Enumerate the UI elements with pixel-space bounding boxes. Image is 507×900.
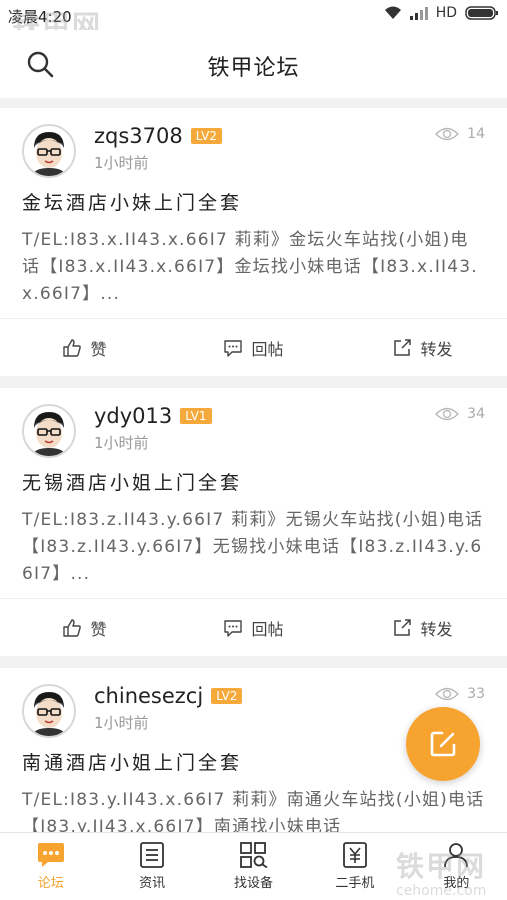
view-count: 14 <box>435 126 485 142</box>
username[interactable]: chinesezcj <box>94 684 203 708</box>
eye-icon <box>435 407 460 421</box>
username-row: zqs3708 LV2 <box>94 124 485 148</box>
post-card[interactable]: zqs3708 LV2 1小时前 14 金坛酒店小妹上门全套 T/EL:I83.… <box>0 108 507 376</box>
share-icon <box>394 618 412 636</box>
post-time: 1小时前 <box>94 434 149 452</box>
post-actions: 赞 回帖 转发 <box>0 318 507 376</box>
user-icon <box>444 843 469 868</box>
level-badge: LV1 <box>180 408 212 424</box>
username-row: chinesezcj LV2 <box>94 684 485 708</box>
tab-mine-label: 我的 <box>443 876 470 891</box>
post-card[interactable]: ydy013 LV1 1小时前 34 无锡酒店小姐上门全套 T/EL:I83.z… <box>0 388 507 656</box>
comment-icon <box>224 619 243 637</box>
view-count-value: 34 <box>467 406 485 422</box>
post-body[interactable]: zqs3708 LV2 1小时前 14 金坛酒店小妹上门全套 T/EL:I83.… <box>0 108 507 318</box>
user-info: ydy013 LV1 1小时前 <box>94 402 485 456</box>
status-bar: 凌晨4:20 HD <box>0 0 507 30</box>
post-body[interactable]: ydy013 LV1 1小时前 34 无锡酒店小姐上门全套 T/EL:I83.z… <box>0 388 507 598</box>
view-count-value: 33 <box>467 686 485 702</box>
battery-icon <box>465 6 498 20</box>
view-count: 34 <box>435 406 485 422</box>
grid-search-icon <box>239 842 268 868</box>
reply-label: 回帖 <box>251 619 284 639</box>
tab-find-equipment-label: 找设备 <box>234 876 274 891</box>
news-icon <box>140 842 165 868</box>
tab-news[interactable]: 资讯 <box>101 833 202 900</box>
edit-icon <box>430 731 456 757</box>
post-excerpt[interactable]: T/EL:I83.x.II43.x.66I7 莉莉》金坛火车站找(小姐)电话【I… <box>22 227 485 308</box>
post-actions: 赞 回帖 转发 <box>0 598 507 656</box>
chat-icon <box>37 843 64 867</box>
share-label: 转发 <box>420 339 453 359</box>
like-button[interactable]: 赞 <box>0 616 169 640</box>
page-title: 铁甲论坛 <box>207 56 300 81</box>
signal-icon <box>409 7 428 20</box>
yen-doc-icon <box>343 842 367 868</box>
like-label: 赞 <box>90 339 107 359</box>
post-excerpt[interactable]: T/EL:I83.y.II43.x.66I7 莉莉》南通火车站找(小姐)电话【I… <box>22 787 485 832</box>
post-excerpt[interactable]: T/EL:I83.z.II43.y.66I7 莉莉》无锡火车站找(小姐)电话【I… <box>22 507 485 588</box>
tab-used-machines-label: 二手机 <box>335 876 375 891</box>
eye-icon <box>435 127 460 141</box>
post-time: 1小时前 <box>94 154 149 172</box>
tab-find-equipment[interactable]: 找设备 <box>203 833 304 900</box>
post-title[interactable]: 无锡酒店小姐上门全套 <box>22 468 485 495</box>
avatar[interactable] <box>22 124 76 178</box>
view-count-value: 14 <box>467 126 485 142</box>
reply-button[interactable]: 回帖 <box>169 336 338 360</box>
eye-icon <box>435 687 460 701</box>
wifi-icon <box>384 6 401 19</box>
share-button[interactable]: 转发 <box>338 336 507 360</box>
username-row: ydy013 LV1 <box>94 404 485 428</box>
tab-used-machines[interactable]: 二手机 <box>304 833 405 900</box>
avatar-cartoon-icon <box>32 692 66 736</box>
tab-mine[interactable]: 我的 <box>406 833 507 900</box>
thumbs-up-icon <box>63 618 82 637</box>
username[interactable]: ydy013 <box>94 404 172 428</box>
level-badge: LV2 <box>211 688 243 704</box>
bottom-tab-bar: 论坛 资讯 找设备 二手机 我的 <box>0 832 507 900</box>
share-icon <box>394 338 412 356</box>
comment-icon <box>224 339 243 357</box>
user-info: zqs3708 LV2 1小时前 <box>94 122 485 176</box>
avatar-cartoon-icon <box>32 132 66 176</box>
avatar-cartoon-icon <box>32 412 66 456</box>
avatar[interactable] <box>22 404 76 458</box>
like-label: 赞 <box>90 619 107 639</box>
network-type: HD <box>435 5 457 21</box>
tab-forum[interactable]: 论坛 <box>0 833 101 900</box>
view-count: 33 <box>435 686 485 702</box>
avatar[interactable] <box>22 684 76 738</box>
thumbs-up-icon <box>63 338 82 357</box>
app-header: 铁甲论坛 <box>0 30 507 98</box>
like-button[interactable]: 赞 <box>0 336 169 360</box>
status-icons: HD <box>384 5 499 21</box>
share-label: 转发 <box>420 619 453 639</box>
compose-button[interactable] <box>406 707 480 781</box>
level-badge: LV2 <box>190 128 222 144</box>
tab-news-label: 资讯 <box>139 876 166 891</box>
post-title[interactable]: 金坛酒店小妹上门全套 <box>22 188 485 215</box>
status-time: 凌晨4:20 <box>8 8 72 26</box>
reply-button[interactable]: 回帖 <box>169 616 338 640</box>
reply-label: 回帖 <box>251 339 284 359</box>
username[interactable]: zqs3708 <box>94 124 183 148</box>
tab-forum-label: 论坛 <box>37 876 64 891</box>
share-button[interactable]: 转发 <box>338 616 507 640</box>
